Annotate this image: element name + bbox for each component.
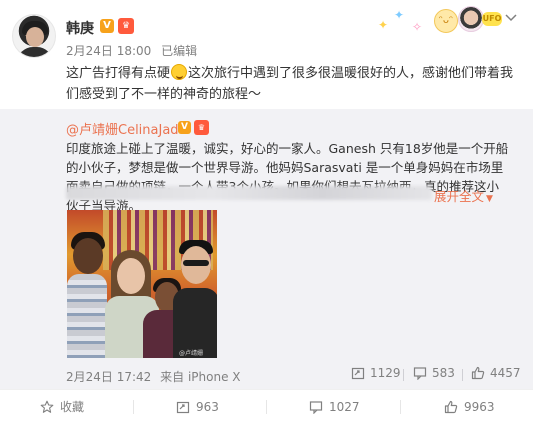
post-meta: 2月24日 18:00 已编辑 — [66, 42, 203, 59]
repost-source: 来自 iPhone X — [160, 370, 241, 384]
repost-date[interactable]: 2月24日 17:42 — [66, 370, 151, 384]
cartoon-face-icon: ᵔᴗᵔ — [434, 9, 458, 33]
favorite-label: 收藏 — [60, 400, 85, 414]
author-avatar[interactable] — [12, 14, 56, 58]
laugh-cry-emoji-icon — [171, 64, 188, 80]
expand-label[interactable]: 展开全文 — [434, 189, 484, 204]
repost-forward-count: 1129 — [370, 366, 401, 380]
forward-icon — [351, 367, 365, 380]
forward-count: 963 — [196, 399, 219, 414]
repost-photo[interactable]: @卢靖姗 — [67, 210, 217, 358]
repost-forward-button[interactable]: 1129 — [351, 366, 401, 380]
repost-author-link[interactable]: @卢靖姗CelinaJade — [66, 119, 187, 138]
photo-watermark: @卢靖姗 — [179, 350, 204, 357]
like-count: 9963 — [464, 399, 495, 414]
thumbs-up-icon — [471, 366, 485, 380]
edited-label[interactable]: 已编辑 — [161, 44, 197, 58]
weibo-post-card: 韩庚 V ♛ 2月24日 18:00 已编辑 ✦ ✦ ✧ ᵔᴗᵔ UFO 这广告… — [0, 0, 533, 422]
vip-crown-icon: ♛ — [118, 18, 134, 34]
repost-like-count: 4457 — [490, 366, 521, 380]
star-icon: ✧ — [412, 20, 423, 34]
expand-full-text-link[interactable]: 展开全文 ▼ — [434, 186, 493, 205]
comment-icon — [413, 367, 427, 380]
like-button[interactable]: 9963 — [444, 390, 495, 423]
verified-badge-icon: V — [100, 19, 114, 33]
repost-comment-count: 583 — [432, 366, 455, 380]
card-decoration: ✦ ✦ ✧ ᵔᴗᵔ UFO — [372, 4, 502, 34]
repost-comment-button[interactable]: 583 — [413, 366, 455, 380]
author-name[interactable]: 韩庚 — [66, 18, 94, 38]
repost-box[interactable]: @卢靖姗CelinaJade V ♛ 印度旅途上碰上了温暖，诚实，好心的一家人。… — [0, 109, 533, 389]
favorite-button[interactable]: 收藏 — [40, 390, 84, 423]
comment-count: 1027 — [329, 399, 360, 414]
ufo-tag-icon: UFO — [482, 12, 502, 26]
forward-button[interactable]: 963 — [176, 390, 219, 423]
star-icon: ✦ — [378, 18, 389, 32]
star-icon: ✦ — [394, 8, 405, 22]
post-text-part1: 这广告打得有点硬 — [66, 66, 171, 81]
action-bar: 收藏 963 1027 9963 — [0, 389, 533, 422]
thumbs-up-icon — [444, 400, 458, 413]
blurred-text-line — [66, 186, 432, 200]
idol-avatar-icon — [458, 6, 484, 32]
post-text: 这广告打得有点硬 这次旅行中遇到了很多很温暖很好的人，感谢他们带着我们感受到了不一… — [66, 63, 516, 105]
verified-badge-icon: V — [178, 121, 191, 134]
chevron-down-icon: ▼ — [486, 194, 493, 204]
repost-meta: 2月24日 17:42 来自 iPhone X — [66, 368, 246, 385]
star-outline-icon — [40, 400, 54, 413]
comment-icon — [309, 400, 323, 414]
vip-crown-icon: ♛ — [194, 120, 209, 135]
post-date[interactable]: 2月24日 18:00 — [66, 44, 151, 58]
chevron-down-icon[interactable] — [504, 10, 518, 24]
comment-button[interactable]: 1027 — [309, 390, 360, 423]
repost-like-button[interactable]: 4457 — [471, 366, 521, 380]
forward-icon — [176, 401, 190, 413]
